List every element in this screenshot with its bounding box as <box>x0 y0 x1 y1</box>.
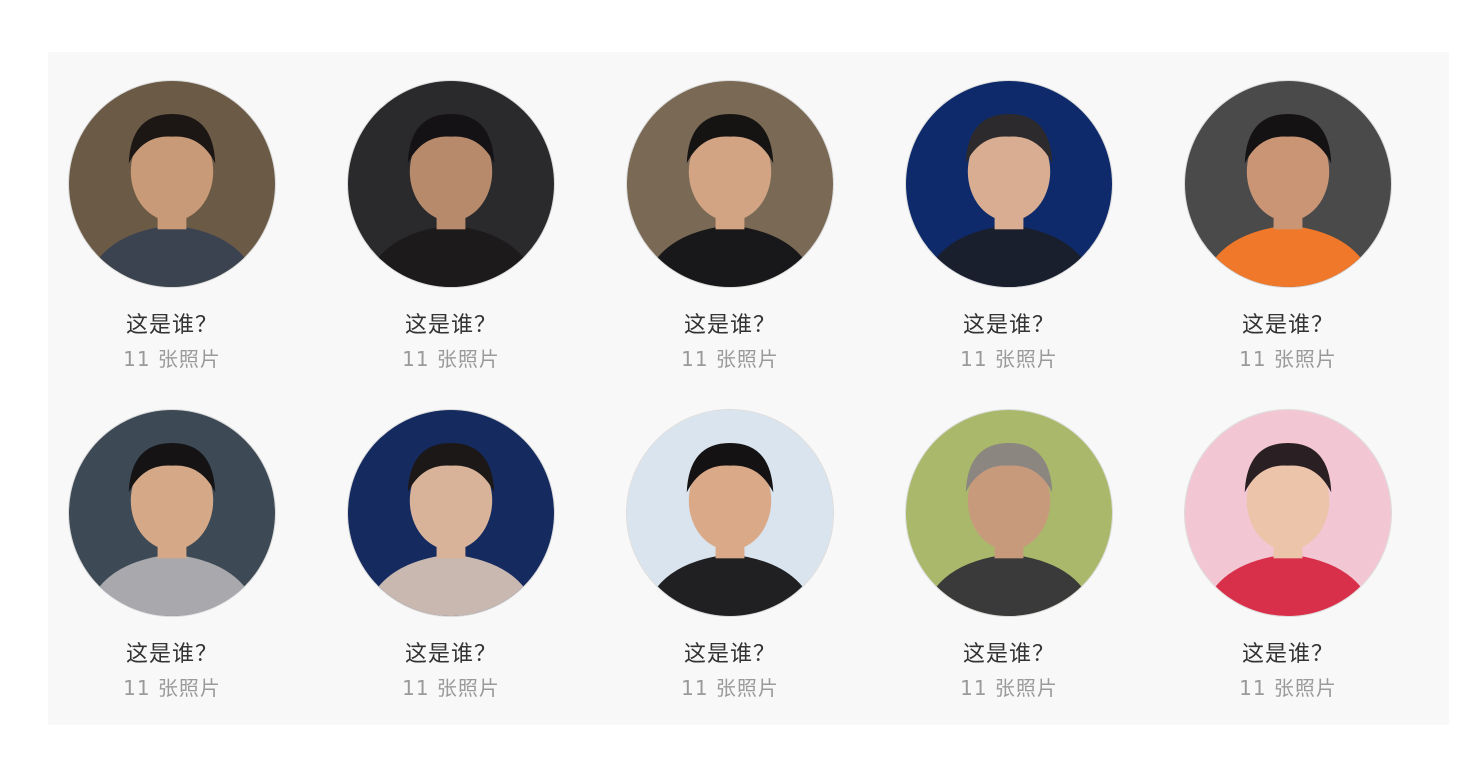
person-photo <box>1185 81 1391 287</box>
person-card[interactable]: 这是谁？ 11 张照片 <box>905 80 1113 409</box>
person-card[interactable]: 这是谁？ 11 张照片 <box>1184 409 1392 738</box>
person-name-label[interactable]: 这是谁？ <box>963 641 1055 669</box>
person-card[interactable]: 这是谁？ 11 张照片 <box>626 80 834 409</box>
person-avatar[interactable] <box>68 80 276 288</box>
person-photo <box>69 410 275 616</box>
person-avatar[interactable] <box>1184 80 1392 288</box>
person-photo <box>627 410 833 616</box>
person-avatar[interactable] <box>1184 409 1392 617</box>
photo-count: 11 张照片 <box>402 676 500 700</box>
person-avatar[interactable] <box>905 409 1113 617</box>
person-card[interactable]: 这是谁？ 11 张照片 <box>626 409 834 738</box>
person-card[interactable]: 这是谁？ 11 张照片 <box>347 409 555 738</box>
person-name-label[interactable]: 这是谁？ <box>1242 641 1334 669</box>
person-card[interactable]: 这是谁？ 11 张照片 <box>68 409 276 738</box>
photo-count: 11 张照片 <box>1239 676 1337 700</box>
person-name-label[interactable]: 这是谁？ <box>405 312 497 340</box>
person-name-label[interactable]: 这是谁？ <box>684 641 776 669</box>
person-avatar[interactable] <box>347 409 555 617</box>
person-photo <box>348 410 554 616</box>
photo-count: 11 张照片 <box>123 347 221 371</box>
person-avatar[interactable] <box>347 80 555 288</box>
person-card[interactable]: 这是谁？ 11 张照片 <box>905 409 1113 738</box>
person-avatar[interactable] <box>68 409 276 617</box>
person-avatar[interactable] <box>626 80 834 288</box>
person-photo <box>906 81 1112 287</box>
photo-count: 11 张照片 <box>960 676 1058 700</box>
person-card[interactable]: 这是谁？ 11 张照片 <box>347 80 555 409</box>
photo-count: 11 张照片 <box>123 676 221 700</box>
person-avatar[interactable] <box>626 409 834 617</box>
people-grid: 这是谁？ 11 张照片 这是谁？ 11 张照片 这是谁？ 11 张照片 这是谁？… <box>68 80 1392 738</box>
person-photo <box>69 81 275 287</box>
person-name-label[interactable]: 这是谁？ <box>126 641 218 669</box>
person-photo <box>906 410 1112 616</box>
person-photo <box>627 81 833 287</box>
person-name-label[interactable]: 这是谁？ <box>684 312 776 340</box>
photo-count: 11 张照片 <box>960 347 1058 371</box>
person-photo <box>1185 410 1391 616</box>
person-name-label[interactable]: 这是谁？ <box>963 312 1055 340</box>
person-photo <box>348 81 554 287</box>
person-card[interactable]: 这是谁？ 11 张照片 <box>1184 80 1392 409</box>
person-name-label[interactable]: 这是谁？ <box>126 312 218 340</box>
photo-count: 11 张照片 <box>1239 347 1337 371</box>
person-card[interactable]: 这是谁？ 11 张照片 <box>68 80 276 409</box>
people-panel: 这是谁？ 11 张照片 这是谁？ 11 张照片 这是谁？ 11 张照片 这是谁？… <box>48 52 1449 725</box>
photo-count: 11 张照片 <box>402 347 500 371</box>
photo-count: 11 张照片 <box>681 676 779 700</box>
person-name-label[interactable]: 这是谁？ <box>1242 312 1334 340</box>
person-name-label[interactable]: 这是谁？ <box>405 641 497 669</box>
photo-count: 11 张照片 <box>681 347 779 371</box>
person-avatar[interactable] <box>905 80 1113 288</box>
